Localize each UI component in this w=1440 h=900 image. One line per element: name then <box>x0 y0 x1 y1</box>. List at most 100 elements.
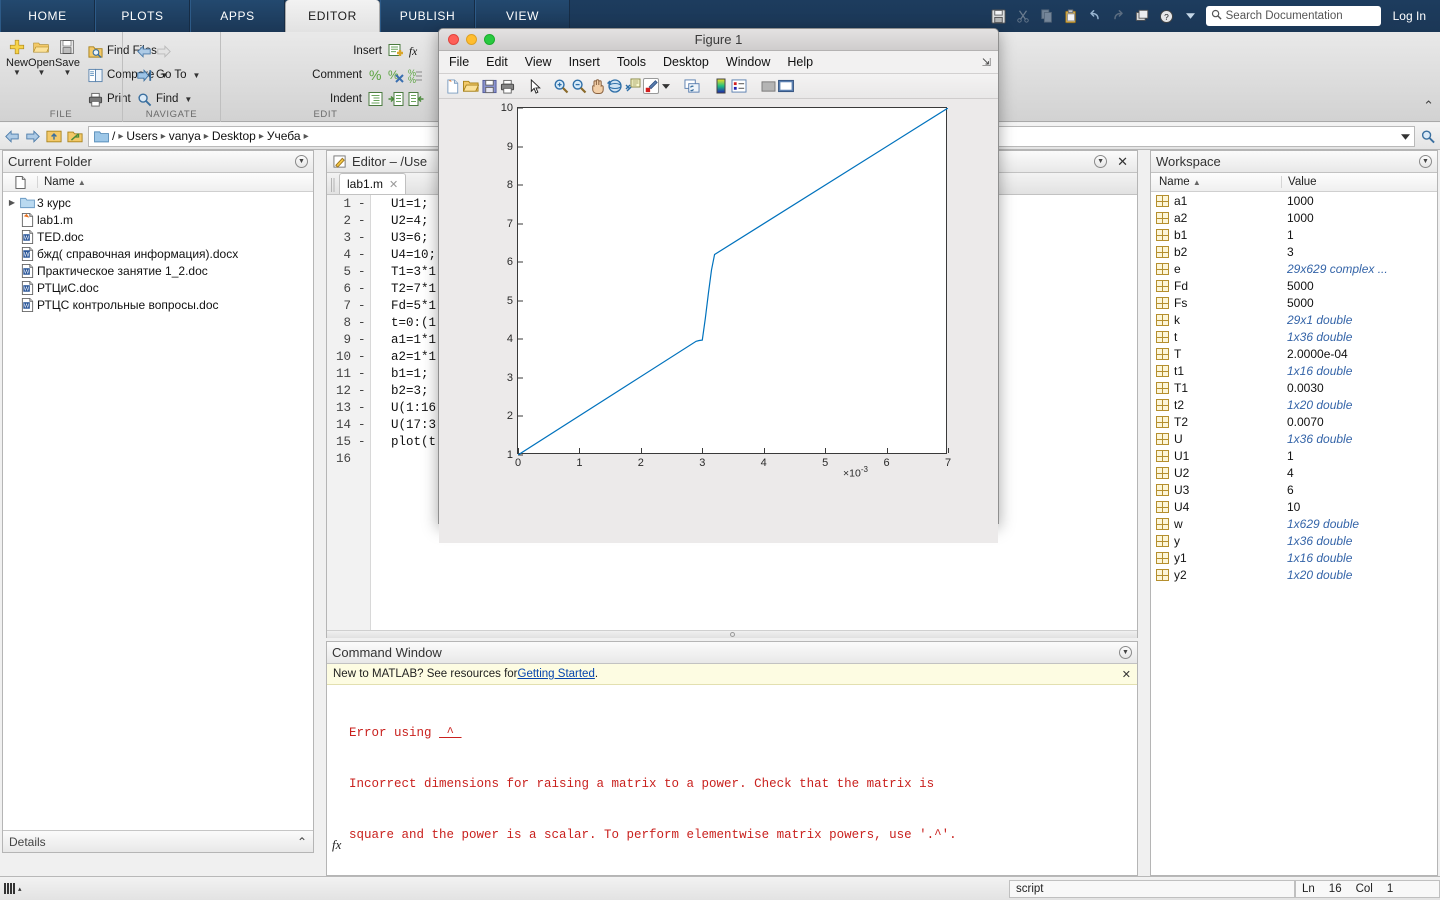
wrap-comment-icon[interactable]: %% <box>408 67 424 83</box>
table-row[interactable]: y21x20 double <box>1151 566 1437 583</box>
getting-started-link[interactable]: Getting Started <box>518 668 595 680</box>
editor-tab-lab1[interactable]: lab1.m ✕ <box>339 173 406 194</box>
table-row[interactable]: e29x629 complex ... <box>1151 260 1437 277</box>
redo-icon[interactable] <box>1110 7 1128 25</box>
menu-insert[interactable]: Insert <box>569 55 600 69</box>
fx-icon[interactable]: fx <box>408 43 424 59</box>
new-button-caret[interactable]: ▼ <box>13 69 21 76</box>
help-icon[interactable]: ? <box>1158 7 1176 25</box>
zoom-in-icon[interactable] <box>553 78 569 94</box>
table-row[interactable]: t21x20 double <box>1151 396 1437 413</box>
search-documentation[interactable]: Search Documentation <box>1206 6 1381 26</box>
column-header-value[interactable]: Value <box>1281 176 1437 188</box>
list-item[interactable]: W Практическое занятие 1_2.doc <box>3 262 313 279</box>
goto-button[interactable]: Go To ▼ <box>133 63 203 87</box>
table-row[interactable]: U410 <box>1151 498 1437 515</box>
ribbon-tab-home[interactable]: HOME <box>0 0 95 32</box>
breadcrumb-root[interactable]: / <box>112 129 115 143</box>
paste-icon[interactable] <box>1062 7 1080 25</box>
back-icon[interactable] <box>4 128 20 144</box>
drag-grip-icon[interactable] <box>327 176 339 194</box>
show-plot-tools-icon[interactable] <box>778 78 794 94</box>
rotate-3d-icon[interactable] <box>607 78 623 94</box>
table-row[interactable]: b23 <box>1151 243 1437 260</box>
breadcrumb-users[interactable]: Users <box>126 129 157 143</box>
table-row[interactable]: U36 <box>1151 481 1437 498</box>
save-button-caret[interactable]: ▼ <box>64 69 72 76</box>
ribbon-tab-plots[interactable]: PLOTS <box>95 0 190 32</box>
colorbar-icon[interactable] <box>713 78 729 94</box>
table-row[interactable]: U1x36 double <box>1151 430 1437 447</box>
search-magnifier-icon[interactable] <box>1420 128 1436 144</box>
menu-desktop[interactable]: Desktop <box>663 55 709 69</box>
brush-dropdown-icon[interactable] <box>661 78 671 94</box>
table-row[interactable]: T10.0030 <box>1151 379 1437 396</box>
menu-file[interactable]: File <box>449 55 469 69</box>
figure-title-bar[interactable]: Figure 1 <box>439 29 998 51</box>
nav-back-forward[interactable] <box>133 39 203 63</box>
menu-help[interactable]: Help <box>787 55 813 69</box>
list-item[interactable]: W РТЦиС.doc <box>3 279 313 296</box>
breadcrumb-ucheba[interactable]: Учеба <box>267 129 301 143</box>
table-row[interactable]: Fd5000 <box>1151 277 1437 294</box>
command-window-output[interactable]: Error using ^ Incorrect dimensions for r… <box>327 685 1137 875</box>
column-header-name[interactable]: Name ▲ <box>37 176 313 188</box>
save-figure-icon[interactable] <box>481 78 497 94</box>
menu-edit[interactable]: Edit <box>486 55 508 69</box>
breadcrumb-desktop[interactable]: Desktop <box>212 129 256 143</box>
editor-splitter[interactable] <box>327 630 1137 638</box>
smart-indent-icon[interactable] <box>368 91 384 107</box>
close-icon[interactable]: ✕ <box>1117 154 1128 170</box>
goto-caret[interactable]: ▼ <box>192 71 200 80</box>
indent-left-icon[interactable] <box>408 91 424 107</box>
expand-triangle-icon[interactable]: ▶ <box>3 198 17 207</box>
table-row[interactable]: a21000 <box>1151 209 1437 226</box>
banner-close-icon[interactable]: ✕ <box>1122 668 1131 681</box>
panel-menu-icon[interactable]: ▼ <box>1119 646 1132 659</box>
overflow-arrow-icon[interactable]: ⇲ <box>982 56 991 69</box>
new-figure-icon[interactable] <box>445 78 461 94</box>
list-item[interactable]: W TED.doc <box>3 228 313 245</box>
list-item[interactable]: lab1.m <box>3 211 313 228</box>
copy-icon[interactable] <box>1038 7 1056 25</box>
table-row[interactable]: T2.0000e-04 <box>1151 345 1437 362</box>
resize-grip-icon[interactable]: ▴ <box>0 883 40 894</box>
find-caret[interactable]: ▼ <box>184 95 192 104</box>
table-row[interactable]: T20.0070 <box>1151 413 1437 430</box>
menu-view[interactable]: View <box>525 55 552 69</box>
chevron-down-icon[interactable] <box>1182 7 1200 25</box>
pointer-icon[interactable] <box>528 78 544 94</box>
list-item[interactable]: ▶ 3 курс <box>3 194 313 211</box>
table-row[interactable]: w1x629 double <box>1151 515 1437 532</box>
legend-icon[interactable] <box>731 78 747 94</box>
hide-plot-tools-icon[interactable] <box>760 78 776 94</box>
ribbon-tab-editor[interactable]: EDITOR <box>285 0 380 32</box>
fx-icon[interactable]: fx <box>332 836 341 853</box>
table-row[interactable]: t11x16 double <box>1151 362 1437 379</box>
menu-window[interactable]: Window <box>726 55 770 69</box>
zoom-out-icon[interactable] <box>571 78 587 94</box>
windows-icon[interactable] <box>1134 7 1152 25</box>
table-row[interactable]: U24 <box>1151 464 1437 481</box>
list-item[interactable]: W РТЦС контрольные вопросы.doc <box>3 296 313 313</box>
details-section[interactable]: Details ⌃ <box>3 830 313 852</box>
panel-menu-icon[interactable]: ▼ <box>295 155 308 168</box>
plot-axes[interactable]: 12345678910 01234567 <box>517 107 947 454</box>
figure-canvas[interactable]: 12345678910 01234567 ×10-3 <box>439 99 998 543</box>
up-folder-icon[interactable] <box>46 128 62 144</box>
back-arrow-icon[interactable] <box>136 43 152 59</box>
print-figure-icon[interactable] <box>499 78 515 94</box>
breadcrumb-dropdown-icon[interactable] <box>1401 129 1410 143</box>
browse-folder-icon[interactable] <box>67 128 83 144</box>
menu-tools[interactable]: Tools <box>617 55 646 69</box>
login-button[interactable]: Log In <box>1387 9 1432 23</box>
comment-percent-icon[interactable]: % <box>368 67 384 83</box>
forward-arrow-icon[interactable] <box>156 43 172 59</box>
table-row[interactable]: Fs5000 <box>1151 294 1437 311</box>
forward-icon[interactable] <box>25 128 41 144</box>
panel-menu-icon[interactable]: ▼ <box>1419 155 1432 168</box>
table-row[interactable]: k29x1 double <box>1151 311 1437 328</box>
link-plot-icon[interactable] <box>684 78 700 94</box>
chevron-up-icon[interactable]: ⌃ <box>297 835 307 849</box>
cut-icon[interactable] <box>1014 7 1032 25</box>
